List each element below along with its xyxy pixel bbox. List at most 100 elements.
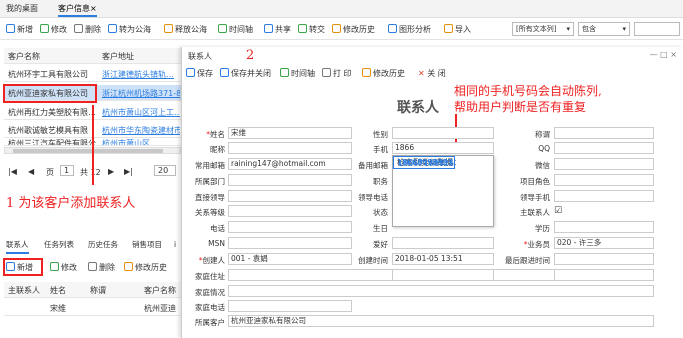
dlg-print-label: 打 印	[333, 69, 352, 78]
form-input[interactable]	[392, 127, 494, 139]
page-size-select[interactable]: 20	[154, 165, 176, 176]
form-input[interactable]	[554, 158, 654, 170]
form-input[interactable]: 020 - 许三多	[554, 237, 654, 249]
form-input[interactable]: 宋维	[228, 127, 352, 139]
edit-button[interactable]: 修改	[40, 24, 67, 36]
form-input[interactable]	[554, 127, 654, 139]
next-page-button[interactable]: ▶	[108, 167, 114, 176]
share-button[interactable]: 共享	[264, 24, 291, 36]
dlg-save-close-button[interactable]: 保存并关闭	[220, 68, 271, 80]
form-input[interactable]	[554, 174, 654, 186]
form-input[interactable]	[554, 269, 654, 281]
form-input[interactable]	[228, 190, 352, 202]
new-button-label: 新增	[17, 25, 33, 34]
annotation-1: 1 为该客户添加联系人	[6, 196, 136, 211]
sub-delete-button[interactable]: 删除	[88, 262, 115, 274]
dlg-timeline-label: 时间轴	[291, 69, 315, 78]
form-input[interactable]	[392, 269, 494, 281]
timeline-button[interactable]: 时间轴	[218, 24, 253, 36]
table-row[interactable]: 宋维 杭州亚迪	[4, 300, 181, 316]
page-label: 页	[46, 168, 54, 177]
chart-analysis-button[interactable]: 图形分析	[388, 24, 431, 36]
last-page-button[interactable]: ▶|	[124, 167, 133, 176]
form-input[interactable]	[228, 300, 352, 312]
dlg-history-button[interactable]: 修改历史	[362, 68, 405, 80]
delete-button[interactable]: 删除	[74, 24, 101, 36]
tab-customer-info[interactable]: 客户信息×	[58, 3, 97, 17]
sub-history-label: 修改历史	[135, 263, 167, 272]
transfer-label: 转交	[309, 25, 325, 34]
dlg-print-button[interactable]: 打 印	[322, 68, 352, 80]
field-label: 最后跟进时间	[505, 256, 550, 265]
to-public-pool-button[interactable]: 转为公海	[108, 24, 151, 36]
sub-edit-button[interactable]: 修改	[50, 262, 77, 274]
import-icon	[444, 24, 453, 33]
field-label: MSN	[208, 239, 225, 248]
add-icon	[6, 24, 15, 33]
form-input[interactable]	[554, 221, 654, 233]
bar-chart-icon	[388, 24, 397, 33]
first-page-button[interactable]: |◀	[8, 167, 17, 176]
form-input[interactable]	[228, 237, 352, 249]
cell-address[interactable]: 杭州市萧山区河上工…	[102, 107, 180, 118]
filter-op-select[interactable]: 包含 ▾	[578, 22, 630, 36]
cell-address[interactable]: 杭州市华东陶瓷建材市…	[102, 125, 180, 136]
contact-grid-header: 主联系人 姓名 称谓 客户名称	[4, 282, 181, 298]
dlg-timeline-button[interactable]: 时间轴	[280, 68, 315, 80]
form-input[interactable]	[228, 174, 352, 186]
edit-icon	[40, 24, 49, 33]
subtab-contacts[interactable]: 联系人	[6, 238, 29, 254]
form-input[interactable]	[228, 285, 654, 297]
scrollbar-thumb[interactable]	[13, 149, 163, 153]
form-input[interactable]	[554, 190, 654, 202]
transfer-button[interactable]: 转交	[298, 24, 325, 36]
filter-field-select[interactable]: [所有文本列] ▾	[512, 22, 574, 36]
form-input[interactable]	[392, 237, 494, 249]
cell-address[interactable]: 杭州市萧山区…	[102, 138, 180, 145]
subtab-sales-projects[interactable]: 销售项目	[132, 238, 162, 254]
form-input[interactable]	[228, 221, 352, 233]
highlight-box	[3, 84, 97, 103]
table-row[interactable]: 杭州环宇工具有限公司 浙江建德航头镇轨…	[4, 66, 181, 82]
form-input[interactable]: raining147@hotmail.com	[228, 158, 352, 170]
handover-icon	[298, 24, 307, 33]
clock-icon	[280, 68, 289, 77]
sub-history-button[interactable]: 修改历史	[124, 262, 167, 274]
form-input[interactable]	[228, 205, 352, 217]
share-icon	[264, 24, 273, 33]
suggestion-item[interactable]: 18667156525	[393, 156, 453, 169]
form-input[interactable]	[554, 142, 654, 154]
cell-address[interactable]: 浙江杭州机场路371-8…	[102, 88, 180, 99]
dlg-close-button[interactable]: ✕ 关 闭	[418, 68, 446, 80]
form-input[interactable]: 杭州亚迪家私有限公司	[228, 315, 654, 327]
filter-op-value: 包含	[582, 25, 596, 33]
top-tab-bar	[0, 0, 683, 18]
subtab-history-tasks[interactable]: 历史任务	[88, 238, 118, 254]
window-controls[interactable]: — □ ×	[650, 50, 677, 59]
prev-page-button[interactable]: ◀	[28, 167, 34, 176]
tab-close-icon[interactable]: ×	[90, 4, 97, 13]
tab-desktop[interactable]: 我的桌面	[6, 3, 38, 17]
subtab-more[interactable]: i	[174, 238, 176, 254]
form-input[interactable]: 1866	[392, 142, 494, 154]
release-public-pool-button[interactable]: 释放公海	[164, 24, 207, 36]
main-contact-checkbox[interactable]: ☑	[554, 206, 562, 216]
dlg-save-button[interactable]: 保存	[186, 68, 213, 80]
subtab-tasks[interactable]: 任务列表	[44, 238, 74, 254]
field-label: 备用邮箱	[358, 161, 388, 170]
field-label: 昵称	[210, 145, 225, 154]
filter-search-input[interactable]	[634, 22, 680, 36]
cell-name: 杭州再红力美塑胶有限…	[8, 108, 96, 117]
field-label: 生日	[373, 224, 388, 233]
col-header-name: 客户名称	[8, 52, 40, 61]
import-button[interactable]: 导入	[444, 24, 471, 36]
modify-history-button[interactable]: 修改历史	[332, 24, 375, 36]
page-input[interactable]: 1	[60, 165, 74, 176]
form-input[interactable]	[228, 142, 352, 154]
new-button[interactable]: 新增	[6, 24, 33, 36]
trash-icon	[74, 24, 83, 33]
form-input[interactable]	[554, 253, 654, 265]
cell-customer: 杭州亚迪	[144, 304, 176, 313]
cell-address[interactable]: 浙江建德航头镇轨…	[102, 69, 180, 80]
col-header-address: 客户地址	[102, 52, 134, 61]
